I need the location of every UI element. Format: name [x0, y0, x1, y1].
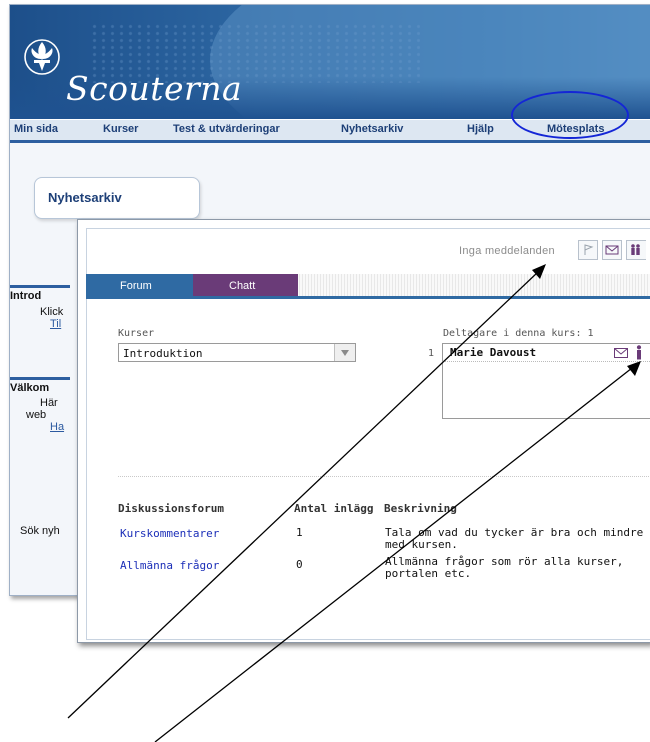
- forum-description-cont: portalen etc.: [385, 567, 472, 580]
- forum-count: 0: [296, 558, 303, 571]
- fleur-de-lis-logo-icon: [24, 39, 60, 75]
- nav-item-min-sida[interactable]: Min sida: [14, 123, 58, 135]
- intro-text: Klick: [40, 306, 64, 318]
- messages-status: Inga meddelanden: [459, 245, 555, 257]
- chevron-down-icon[interactable]: [334, 344, 355, 361]
- tab-chatt[interactable]: Chatt: [193, 274, 298, 296]
- col-header-description: Beskrivning: [384, 502, 457, 515]
- flag-button[interactable]: [578, 240, 598, 260]
- welcome-text-2: web: [26, 409, 47, 421]
- forum-link-allmanna-fragor[interactable]: Allmänna frågor: [120, 559, 219, 572]
- tab-forum[interactable]: Forum: [86, 274, 193, 296]
- forum-count: 1: [296, 526, 303, 539]
- tab-chatt-label: Chatt: [229, 280, 256, 292]
- participants-button[interactable]: [626, 240, 646, 260]
- welcome-heading: Välkom: [10, 377, 70, 396]
- intro-heading: Introd: [10, 285, 70, 304]
- people-icon: [631, 244, 640, 255]
- mail-icon: [605, 245, 619, 255]
- col-header-count: Antal inlägg: [294, 502, 374, 515]
- nyhetsarkiv-tab[interactable]: Nyhetsarkiv: [34, 177, 200, 219]
- nav-item-hjalp[interactable]: Hjälp: [467, 123, 494, 135]
- intro-link[interactable]: Til: [50, 318, 61, 330]
- tab-forum-label: Forum: [120, 280, 152, 292]
- col-header-forum: Diskussionsforum: [118, 502, 224, 515]
- participant-number: 1: [428, 348, 435, 359]
- course-select-value: Introduktion: [123, 347, 203, 360]
- participant-name[interactable]: Marie Davoust: [450, 346, 536, 359]
- course-select[interactable]: Introduktion: [118, 343, 356, 362]
- participant-person-icon[interactable]: [635, 345, 643, 360]
- forum-description-cont: med kursen.: [385, 538, 458, 551]
- participant-divider: [442, 361, 650, 362]
- forum-link-kurskommentarer[interactable]: Kurskommentarer: [120, 527, 219, 540]
- nav-item-nyhetsarkiv[interactable]: Nyhetsarkiv: [341, 123, 403, 135]
- motesplats-highlight-circle: [511, 91, 629, 139]
- participant-mail-icon[interactable]: [614, 348, 628, 358]
- brand-name[interactable]: Scouterna: [66, 69, 242, 108]
- courses-label: Kurser: [118, 328, 155, 339]
- nav-item-kurser[interactable]: Kurser: [103, 123, 138, 135]
- welcome-link[interactable]: Ha: [50, 421, 64, 433]
- welcome-text-1: Här: [40, 397, 58, 409]
- section-divider: [118, 476, 650, 477]
- flag-icon: [584, 244, 594, 255]
- tab-underline: [86, 296, 650, 299]
- participants-label: Deltagare i denna kurs: 1: [443, 328, 594, 339]
- nav-item-test[interactable]: Test & utvärderingar: [173, 123, 280, 135]
- mail-button[interactable]: [602, 240, 622, 260]
- nyhetsarkiv-tab-label: Nyhetsarkiv: [48, 190, 122, 205]
- meeting-window: Inga meddelanden Forum Chatt Kurser Intr…: [77, 219, 650, 643]
- search-news-label: Sök nyh: [20, 525, 60, 537]
